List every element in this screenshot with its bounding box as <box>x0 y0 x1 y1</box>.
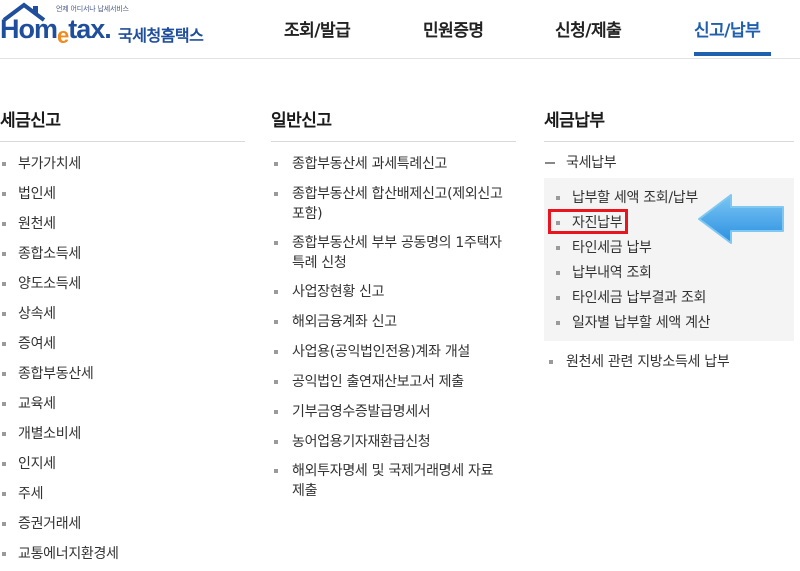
general-filing-item[interactable]: 해외금융계좌 신고 <box>292 312 532 332</box>
bullet-icon <box>274 469 278 473</box>
tax-filing-item-corporate[interactable]: 법인세 <box>18 184 56 204</box>
bullet-icon <box>274 350 278 354</box>
submenu-item-payment-history[interactable]: 납부내역 조회 <box>572 263 652 283</box>
general-filing-item[interactable]: 해외투자명세 및 국제거래명세 자료 제출 <box>292 461 532 501</box>
general-filing-item[interactable]: 사업장현황 신고 <box>292 282 532 302</box>
item-label: 공익법인 출연재산보고서 제출 <box>292 374 464 390</box>
bullet-icon <box>274 290 278 294</box>
highlight-box <box>548 209 628 234</box>
column-divider <box>271 141 516 142</box>
top-header: 언제 어디서나 납세서비스 Hometax. 국세청홈택스 조회/발급 민원증명… <box>0 0 800 59</box>
nav-inquiry-issuance[interactable]: 조회/발급 <box>284 16 351 41</box>
bullet-icon <box>2 192 6 196</box>
general-filing-item[interactable]: 농어업용기자재환급신청 <box>292 432 532 452</box>
pointer-arrow-icon <box>698 194 784 244</box>
group-national-tax-payment[interactable]: 국세납부 <box>566 153 617 173</box>
item-label: 종합부동산세 부부 공동명의 1주택자 <box>292 235 502 251</box>
tax-filing-item-excise[interactable]: 개별소비세 <box>18 424 81 444</box>
tax-filing-item-stamp[interactable]: 인지세 <box>18 454 56 474</box>
bullet-icon <box>556 271 560 275</box>
bullet-icon <box>2 282 6 286</box>
bullet-icon <box>2 162 6 166</box>
tax-filing-item-income[interactable]: 종합소득세 <box>18 244 81 264</box>
bullet-icon <box>2 222 6 226</box>
item-label: 해외금융계좌 신고 <box>292 314 397 330</box>
bullet-icon <box>2 312 6 316</box>
tax-filing-item-withholding[interactable]: 원천세 <box>18 214 56 234</box>
item-local-income-tax-payment[interactable]: 원천세 관련 지방소득세 납부 <box>566 352 730 372</box>
bullet-icon <box>2 492 6 496</box>
bullet-icon <box>2 252 6 256</box>
nav-application-submission[interactable]: 신청/제출 <box>555 16 622 41</box>
item-label-continued: 포함) <box>292 206 323 222</box>
general-filing-item[interactable]: 기부금영수증발급명세서 <box>292 402 532 422</box>
submenu-item-daily-tax-calculation[interactable]: 일자별 납부할 세액 계산 <box>572 313 711 333</box>
submenu-item-third-party-payment[interactable]: 타인세금 납부 <box>572 238 652 258</box>
bullet-icon <box>2 342 6 346</box>
nav-active-indicator <box>694 52 771 56</box>
bullet-icon <box>274 320 278 324</box>
tax-filing-item-securities-transaction[interactable]: 증권거래세 <box>18 514 81 534</box>
bullet-icon <box>2 402 6 406</box>
logo-brand: Hometax. <box>0 14 112 48</box>
item-label: 해외투자명세 및 국제거래명세 자료 <box>292 463 494 479</box>
bullet-icon <box>549 360 553 364</box>
item-label-continued: 특례 신청 <box>292 255 347 271</box>
bullet-icon <box>274 241 278 245</box>
bullet-icon <box>556 246 560 250</box>
tax-filing-item-vat[interactable]: 부가가치세 <box>18 154 81 174</box>
submenu-item-third-party-result[interactable]: 타인세금 납부결과 조회 <box>572 288 706 308</box>
general-filing-item[interactable]: 공익법인 출연재산보고서 제출 <box>292 372 532 392</box>
logo-subtitle: 국세청홈택스 <box>118 26 204 45</box>
bullet-icon <box>2 522 6 526</box>
bullet-icon <box>2 552 6 556</box>
general-filing-item[interactable]: 종합부동산세 부부 공동명의 1주택자 특례 신청 <box>292 233 532 273</box>
general-filing-item[interactable]: 종합부동산세 과세특례신고 <box>292 154 532 174</box>
bullet-icon <box>274 410 278 414</box>
bullet-icon <box>274 162 278 166</box>
tax-filing-item-inheritance[interactable]: 상속세 <box>18 304 56 324</box>
collapse-dash-icon[interactable] <box>545 162 555 164</box>
item-label: 농어업용기자재환급신청 <box>292 434 431 450</box>
column-divider <box>0 141 245 142</box>
bullet-icon <box>556 296 560 300</box>
column-divider <box>544 141 794 142</box>
tax-filing-item-liquor[interactable]: 주세 <box>18 484 43 504</box>
bullet-icon <box>2 462 6 466</box>
bullet-icon <box>556 321 560 325</box>
tax-filing-item-capital-gains[interactable]: 양도소득세 <box>18 274 81 294</box>
hometax-logo[interactable]: 언제 어디서나 납세서비스 Hometax. 국세청홈택스 <box>0 0 230 58</box>
column-title-tax-filing: 세금신고 <box>0 111 61 131</box>
tax-filing-item-gift[interactable]: 증여세 <box>18 334 56 354</box>
tax-filing-item-comprehensive-real-estate[interactable]: 종합부동산세 <box>18 364 94 384</box>
submenu-item-payable-tax-inquiry[interactable]: 납부할 세액 조회/납부 <box>572 188 698 208</box>
nav-filing-payment[interactable]: 신고/납부 <box>694 16 761 41</box>
item-label: 기부금영수증발급명세서 <box>292 404 431 420</box>
item-label: 사업용(공익법인전용)계좌 개설 <box>292 344 471 360</box>
item-label: 사업장현황 신고 <box>292 284 385 300</box>
bullet-icon <box>556 196 560 200</box>
column-title-tax-payment: 세금납부 <box>544 111 605 131</box>
tax-filing-item-education[interactable]: 교육세 <box>18 394 56 414</box>
bullet-icon <box>2 372 6 376</box>
item-label-continued: 제출 <box>292 483 318 499</box>
nav-civil-certificates[interactable]: 민원증명 <box>423 16 484 41</box>
bullet-icon <box>274 380 278 384</box>
bullet-icon <box>274 192 278 196</box>
bullet-icon <box>274 440 278 444</box>
general-filing-item[interactable]: 사업용(공익법인전용)계좌 개설 <box>292 342 532 362</box>
bullet-icon <box>2 432 6 436</box>
item-label: 종합부동산세 과세특례신고 <box>292 156 448 172</box>
general-filing-item[interactable]: 종합부동산세 합산배제신고(제외신고 포함) <box>292 184 532 224</box>
logo-tagline: 언제 어디서나 납세서비스 <box>56 5 129 13</box>
item-label: 종합부동산세 합산배제신고(제외신고 <box>292 186 503 202</box>
column-title-general-filing: 일반신고 <box>271 111 332 131</box>
tax-filing-item-transport-energy-environment[interactable]: 교통에너지환경세 <box>18 544 119 564</box>
